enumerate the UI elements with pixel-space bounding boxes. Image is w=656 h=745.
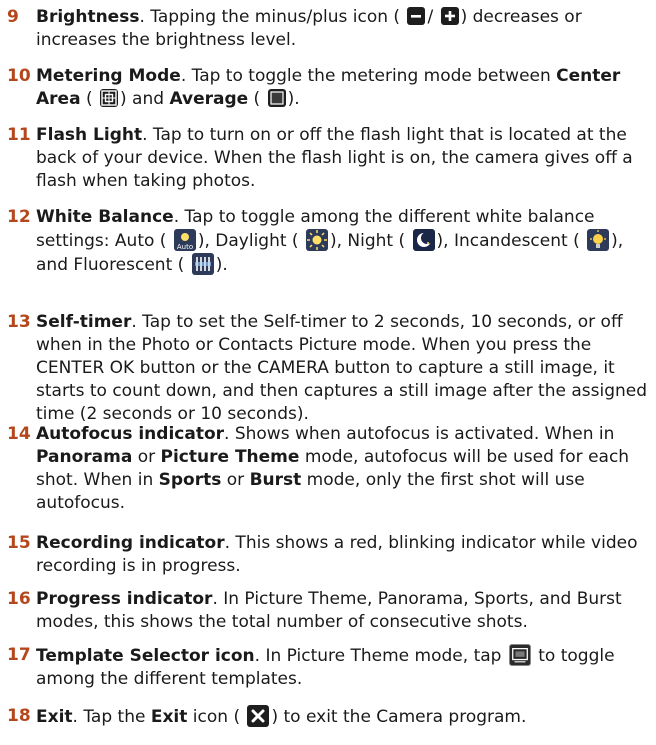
item-term: Brightness: [36, 7, 140, 27]
item-number: 18: [7, 706, 31, 726]
list-item: 17 Template Selector icon. In Picture Th…: [7, 644, 615, 689]
fluorescent-wb-icon: [191, 253, 214, 275]
item-number: 10: [7, 66, 31, 86]
item-term: White Balance: [36, 207, 174, 227]
item-number: 15: [7, 533, 31, 553]
average-metering-icon: [267, 89, 286, 107]
item-term: Exit: [36, 707, 73, 727]
list-item: 12 White Balance. Tap to toggle among th…: [7, 207, 624, 275]
item-term: Self-timer: [36, 312, 132, 332]
list-item: 14 Autofocus indicator. Shows when autof…: [7, 424, 630, 513]
item-term: Recording indicator: [36, 533, 225, 553]
svg-text:Auto: Auto: [177, 243, 193, 251]
item-number: 16: [7, 589, 31, 609]
list-item: 9 Brightness. Tapping the minus/plus ico…: [7, 7, 582, 50]
item-number: 9: [7, 7, 19, 27]
list-item: 18 Exit. Tap the Exit icon ( ) to exit t…: [7, 705, 527, 727]
item-number: 11: [7, 125, 31, 145]
item-number: 14: [7, 424, 31, 444]
minus-icon: [407, 7, 426, 25]
incandescent-wb-icon: [587, 229, 610, 251]
plus-icon: [440, 7, 459, 25]
item-number: 12: [7, 207, 31, 227]
center-area-metering-icon: [100, 89, 118, 107]
list-item: 13 Self-timer. Tap to set the Self-timer…: [7, 312, 648, 424]
item-term: Progress indicator: [36, 589, 213, 609]
night-wb-icon: [412, 229, 435, 251]
daylight-wb-icon: [305, 229, 328, 251]
item-term: Template Selector icon: [36, 646, 255, 666]
exit-icon: [247, 705, 270, 727]
template-selector-icon: [508, 644, 531, 666]
list-item: 11 Flash Light. Tap to turn on or off th…: [7, 125, 633, 191]
manual-page: 9 Brightness. Tapping the minus/plus ico…: [0, 0, 656, 745]
list-item: 15 Recording indicator. This shows a red…: [7, 533, 638, 576]
item-number: 17: [7, 645, 31, 665]
item-term: Flash Light: [36, 125, 143, 145]
item-number: 13: [7, 312, 31, 332]
auto-wb-icon: Auto: [173, 229, 196, 251]
item-term: Autofocus indicator: [36, 424, 225, 444]
list-item: 16 Progress indicator. In Picture Theme,…: [7, 589, 622, 632]
item-term: Metering Mode: [36, 66, 181, 86]
list-item: 10 Metering Mode. Tap to toggle the mete…: [7, 66, 621, 109]
